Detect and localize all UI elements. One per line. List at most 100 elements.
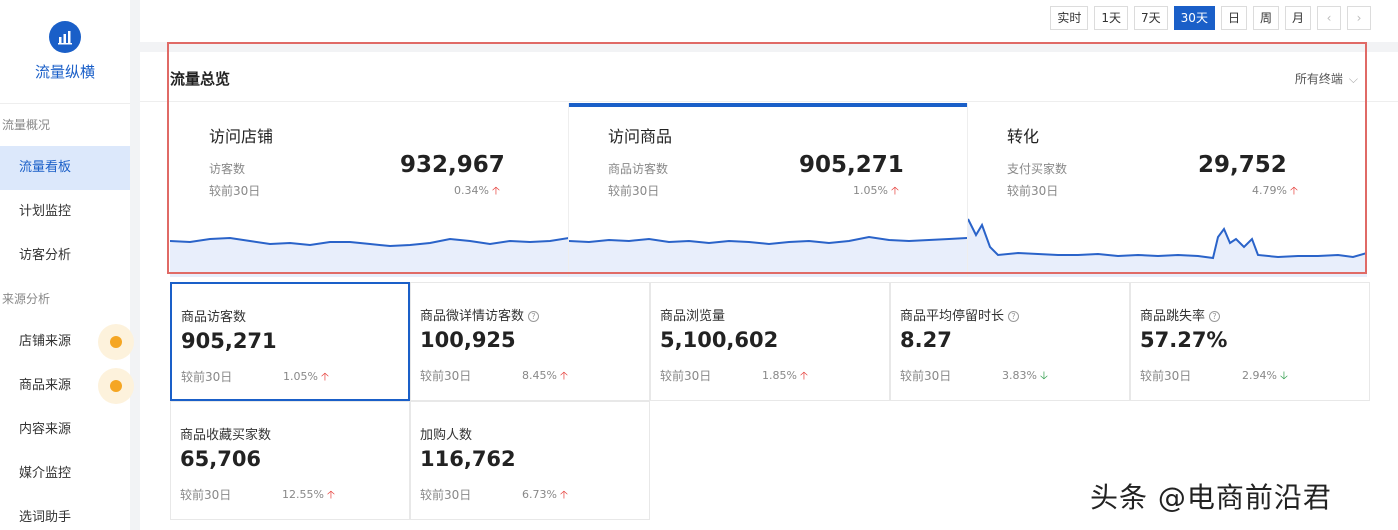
metric-card[interactable]: 商品收藏买家数 65,706 较前30日 12.55% 🡡 bbox=[170, 401, 410, 520]
compare-value: 6.73% 🡡 bbox=[522, 488, 568, 501]
overview-card-title: 访问店铺 bbox=[209, 127, 274, 146]
metric-value: 65,706 bbox=[180, 447, 262, 471]
compare-value: 1.85% 🡡 bbox=[762, 369, 808, 382]
overview-card-value: 29,752 bbox=[1198, 152, 1287, 178]
compare-label: 较前30日 bbox=[181, 370, 233, 384]
metric-name: 商品微详情访客数? bbox=[420, 305, 540, 324]
sidebar-item-keyword-helper[interactable]: 选词助手 bbox=[0, 496, 130, 530]
help-icon[interactable]: ? bbox=[1008, 311, 1020, 322]
compare-value: 4.79% 🡡 bbox=[1252, 184, 1298, 197]
sidebar-item-plan-monitor[interactable]: 计划监控 bbox=[0, 190, 130, 234]
sparkline-chart bbox=[968, 218, 1367, 277]
metric-name: 商品浏览量 bbox=[660, 309, 726, 324]
overview-card-label: 支付买家数 bbox=[1007, 162, 1068, 176]
time-btn-30days[interactable]: 30天 bbox=[1173, 6, 1215, 30]
arrow-up-icon: 🡡 bbox=[326, 488, 335, 501]
terminal-select-value: 所有终端 bbox=[1294, 72, 1343, 86]
time-range-selector: 实时 1天 7天 30天 日 周 月 ‹ › bbox=[1050, 6, 1371, 30]
metric-value: 57.27% bbox=[1140, 328, 1228, 352]
sparkline-chart bbox=[170, 236, 568, 277]
notification-dot bbox=[98, 324, 134, 360]
compare-label: 较前30日 bbox=[1007, 184, 1059, 198]
metric-card[interactable]: 商品跳失率? 57.27% 较前30日 2.94% 🡣 bbox=[1130, 282, 1370, 401]
arrow-up-icon: 🡡 bbox=[559, 369, 568, 382]
arrow-down-icon: 🡣 bbox=[1279, 369, 1288, 382]
arrow-up-icon: 🡡 bbox=[491, 184, 500, 197]
time-btn-1day[interactable]: 1天 bbox=[1094, 6, 1129, 30]
compare-value: 2.94% 🡣 bbox=[1242, 369, 1288, 382]
compare-label: 较前30日 bbox=[1140, 369, 1192, 383]
metric-card[interactable]: 商品平均停留时长? 8.27 较前30日 3.83% 🡣 bbox=[890, 282, 1130, 401]
metric-value: 5,100,602 bbox=[660, 328, 779, 352]
sidebar-item-visitor-analysis[interactable]: 访客分析 bbox=[0, 234, 130, 278]
time-btn-realtime[interactable]: 实时 bbox=[1050, 6, 1089, 30]
overview-card-value: 932,967 bbox=[400, 152, 505, 178]
metric-name: 加购人数 bbox=[420, 428, 473, 443]
compare-label: 较前30日 bbox=[420, 369, 472, 383]
overview-card-title: 转化 bbox=[1007, 127, 1040, 146]
compare-value: 0.34% 🡡 bbox=[454, 184, 500, 197]
metric-value: 100,925 bbox=[420, 328, 516, 352]
metric-value: 116,762 bbox=[420, 447, 516, 471]
sidebar-item-media-monitor[interactable]: 媒介监控 bbox=[0, 452, 130, 496]
brand-title: 流量纵横 bbox=[34, 63, 95, 81]
compare-label: 较前30日 bbox=[660, 369, 712, 383]
overview-card-title: 访问商品 bbox=[608, 127, 673, 146]
sidebar: 流量纵横 流量概况 流量看板 计划监控 访客分析 来源分析 店铺来源 商品来源 … bbox=[0, 0, 134, 530]
overview-card-value: 905,271 bbox=[799, 152, 904, 178]
traffic-overview-panel: 流量总览 所有终端 ⌵ 访问店铺 访客数 932,967 较前30日 0.34% 🡡… bbox=[140, 52, 1398, 530]
metric-card[interactable]: 商品微详情访客数? 100,925 较前30日 8.45% 🡡 bbox=[410, 282, 650, 401]
compare-value: 12.55% 🡡 bbox=[282, 488, 335, 501]
overview-card-conversion[interactable]: 转化 支付买家数 29,752 较前30日 4.79% 🡡 bbox=[968, 103, 1367, 277]
arrow-up-icon: 🡡 bbox=[559, 488, 568, 501]
chevron-down-icon: ⌵ bbox=[1348, 72, 1358, 86]
metric-card[interactable]: 商品浏览量 5,100,602 较前30日 1.85% 🡡 bbox=[650, 282, 890, 401]
arrow-up-icon: 🡡 bbox=[320, 370, 329, 383]
metric-card[interactable]: 商品访客数 905,271 较前30日 1.05% 🡡 bbox=[170, 282, 410, 401]
overview-card-store[interactable]: 访问店铺 访客数 932,967 较前30日 0.34% 🡡 bbox=[170, 103, 569, 277]
panel-header: 流量总览 所有终端 ⌵ bbox=[140, 52, 1398, 102]
terminal-select[interactable]: 所有终端 ⌵ bbox=[1295, 70, 1358, 87]
sparkline-chart bbox=[569, 235, 967, 277]
compare-label: 较前30日 bbox=[420, 488, 472, 502]
compare-label: 较前30日 bbox=[900, 369, 952, 383]
sidebar-item-product-source[interactable]: 商品来源 bbox=[0, 364, 134, 408]
page-title: 流量总览 bbox=[170, 70, 231, 88]
top-bar: 实时 1天 7天 30天 日 周 月 ‹ › bbox=[140, 0, 1398, 42]
time-btn-week[interactable]: 周 bbox=[1252, 6, 1279, 30]
metric-name: 商品平均停留时长? bbox=[900, 305, 1020, 324]
compare-value: 8.45% 🡡 bbox=[522, 369, 568, 382]
metric-value: 8.27 bbox=[900, 328, 952, 352]
overview-cards: 访问店铺 访客数 932,967 较前30日 0.34% 🡡 访问商品 商品访客数… bbox=[170, 103, 1367, 277]
metric-value: 905,271 bbox=[181, 329, 277, 353]
overview-card-label: 访客数 bbox=[209, 162, 246, 176]
nav-group-overview: 流量概况 bbox=[2, 118, 51, 132]
compare-label: 较前30日 bbox=[608, 184, 660, 198]
arrow-up-icon: 🡡 bbox=[799, 369, 808, 382]
help-icon[interactable]: ? bbox=[528, 311, 540, 322]
chevron-left-icon[interactable]: ‹ bbox=[1317, 6, 1341, 30]
compare-label: 较前30日 bbox=[209, 184, 261, 198]
metric-name: 商品访客数 bbox=[181, 310, 247, 325]
overview-card-label: 商品访客数 bbox=[608, 162, 669, 176]
time-btn-7days[interactable]: 7天 bbox=[1134, 6, 1168, 30]
bar-chart-icon bbox=[49, 21, 81, 53]
sidebar-item-traffic-board[interactable]: 流量看板 bbox=[0, 146, 130, 190]
compare-value: 1.05% 🡡 bbox=[853, 184, 899, 197]
compare-value: 1.05% 🡡 bbox=[283, 370, 329, 383]
arrow-up-icon: 🡡 bbox=[890, 184, 899, 197]
metric-name: 商品跳失率? bbox=[1140, 305, 1221, 324]
sidebar-item-content-source[interactable]: 内容来源 bbox=[0, 408, 130, 452]
watermark: 头条 @电商前沿君 bbox=[1090, 481, 1332, 514]
metric-card[interactable]: 加购人数 116,762 较前30日 6.73% 🡡 bbox=[410, 401, 650, 520]
brand[interactable]: 流量纵横 bbox=[0, 0, 130, 104]
help-icon[interactable]: ? bbox=[1209, 311, 1221, 322]
nav-group-source: 来源分析 bbox=[2, 292, 51, 306]
chevron-right-icon[interactable]: › bbox=[1347, 6, 1371, 30]
sidebar-item-label: 店铺来源 bbox=[19, 334, 72, 349]
time-btn-month[interactable]: 月 bbox=[1284, 6, 1311, 30]
metric-name: 商品收藏买家数 bbox=[180, 428, 272, 443]
sidebar-item-store-source[interactable]: 店铺来源 bbox=[0, 320, 134, 364]
overview-card-product[interactable]: 访问商品 商品访客数 905,271 较前30日 1.05% 🡡 bbox=[569, 103, 968, 277]
time-btn-day[interactable]: 日 bbox=[1220, 6, 1247, 30]
